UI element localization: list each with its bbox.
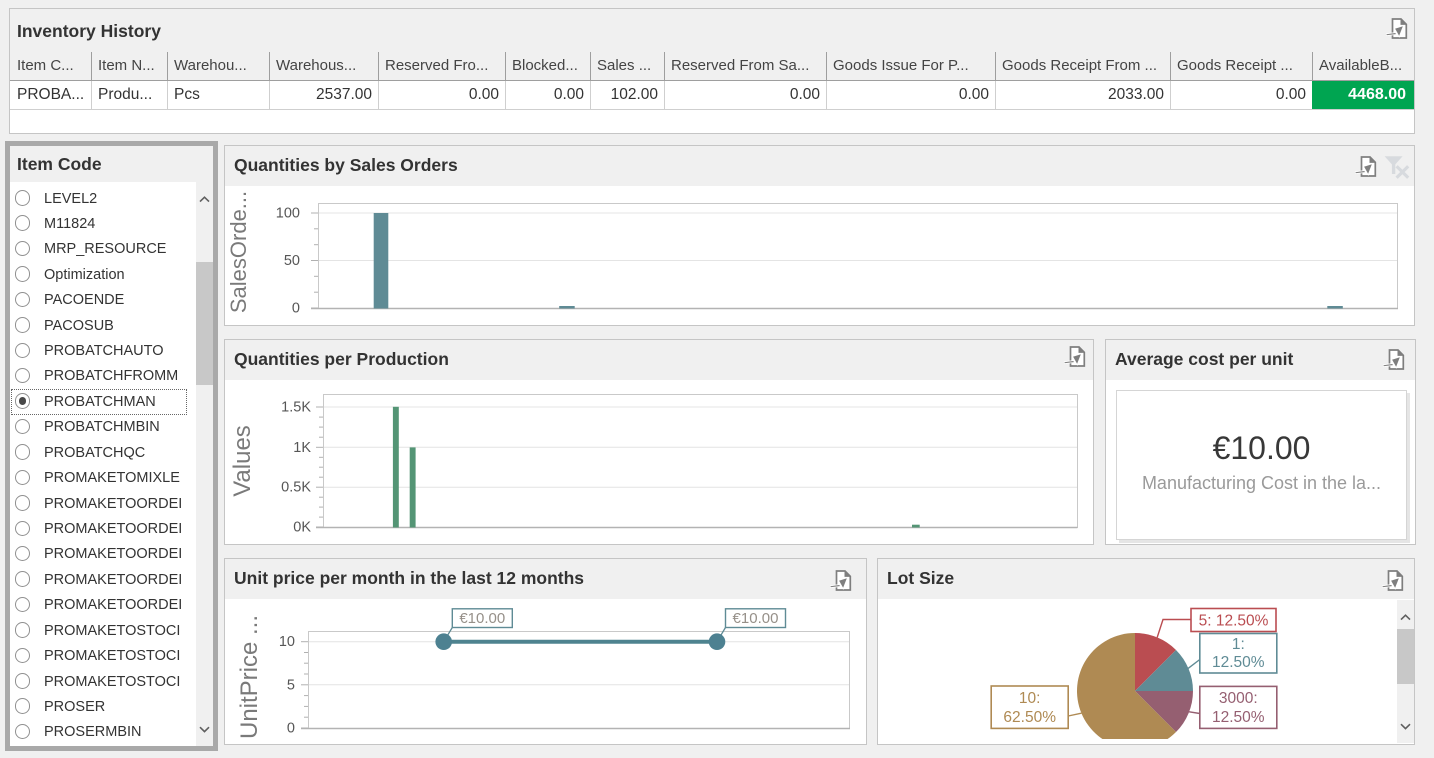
svg-text:5: 12.50%: 5: 12.50% — [1199, 613, 1269, 630]
svg-text:0.5K: 0.5K — [281, 480, 311, 496]
svg-text:0K: 0K — [293, 520, 311, 536]
svg-text:100: 100 — [276, 206, 300, 222]
svg-text:1:: 1: — [1232, 636, 1245, 653]
svg-text:10: 10 — [279, 634, 295, 650]
svg-text:UnitPrice ...: UnitPrice ... — [236, 615, 263, 739]
svg-text:€10.00: €10.00 — [459, 610, 505, 627]
svg-text:Values: Values — [229, 425, 256, 497]
svg-text:0: 0 — [287, 721, 295, 737]
svg-text:10:: 10: — [1019, 690, 1041, 707]
svg-text:1.5K: 1.5K — [281, 400, 311, 416]
svg-text:3000:: 3000: — [1219, 690, 1258, 707]
svg-text:62.50%: 62.50% — [1003, 709, 1056, 726]
svg-text:SalesOrde...: SalesOrde... — [226, 191, 251, 313]
svg-text:€10.00: €10.00 — [733, 610, 779, 627]
svg-text:1K: 1K — [293, 440, 311, 456]
svg-text:12.50%: 12.50% — [1212, 709, 1265, 726]
svg-text:12.50%: 12.50% — [1212, 654, 1265, 671]
svg-text:0: 0 — [292, 301, 300, 317]
svg-text:50: 50 — [284, 253, 300, 269]
svg-text:5: 5 — [287, 677, 295, 693]
